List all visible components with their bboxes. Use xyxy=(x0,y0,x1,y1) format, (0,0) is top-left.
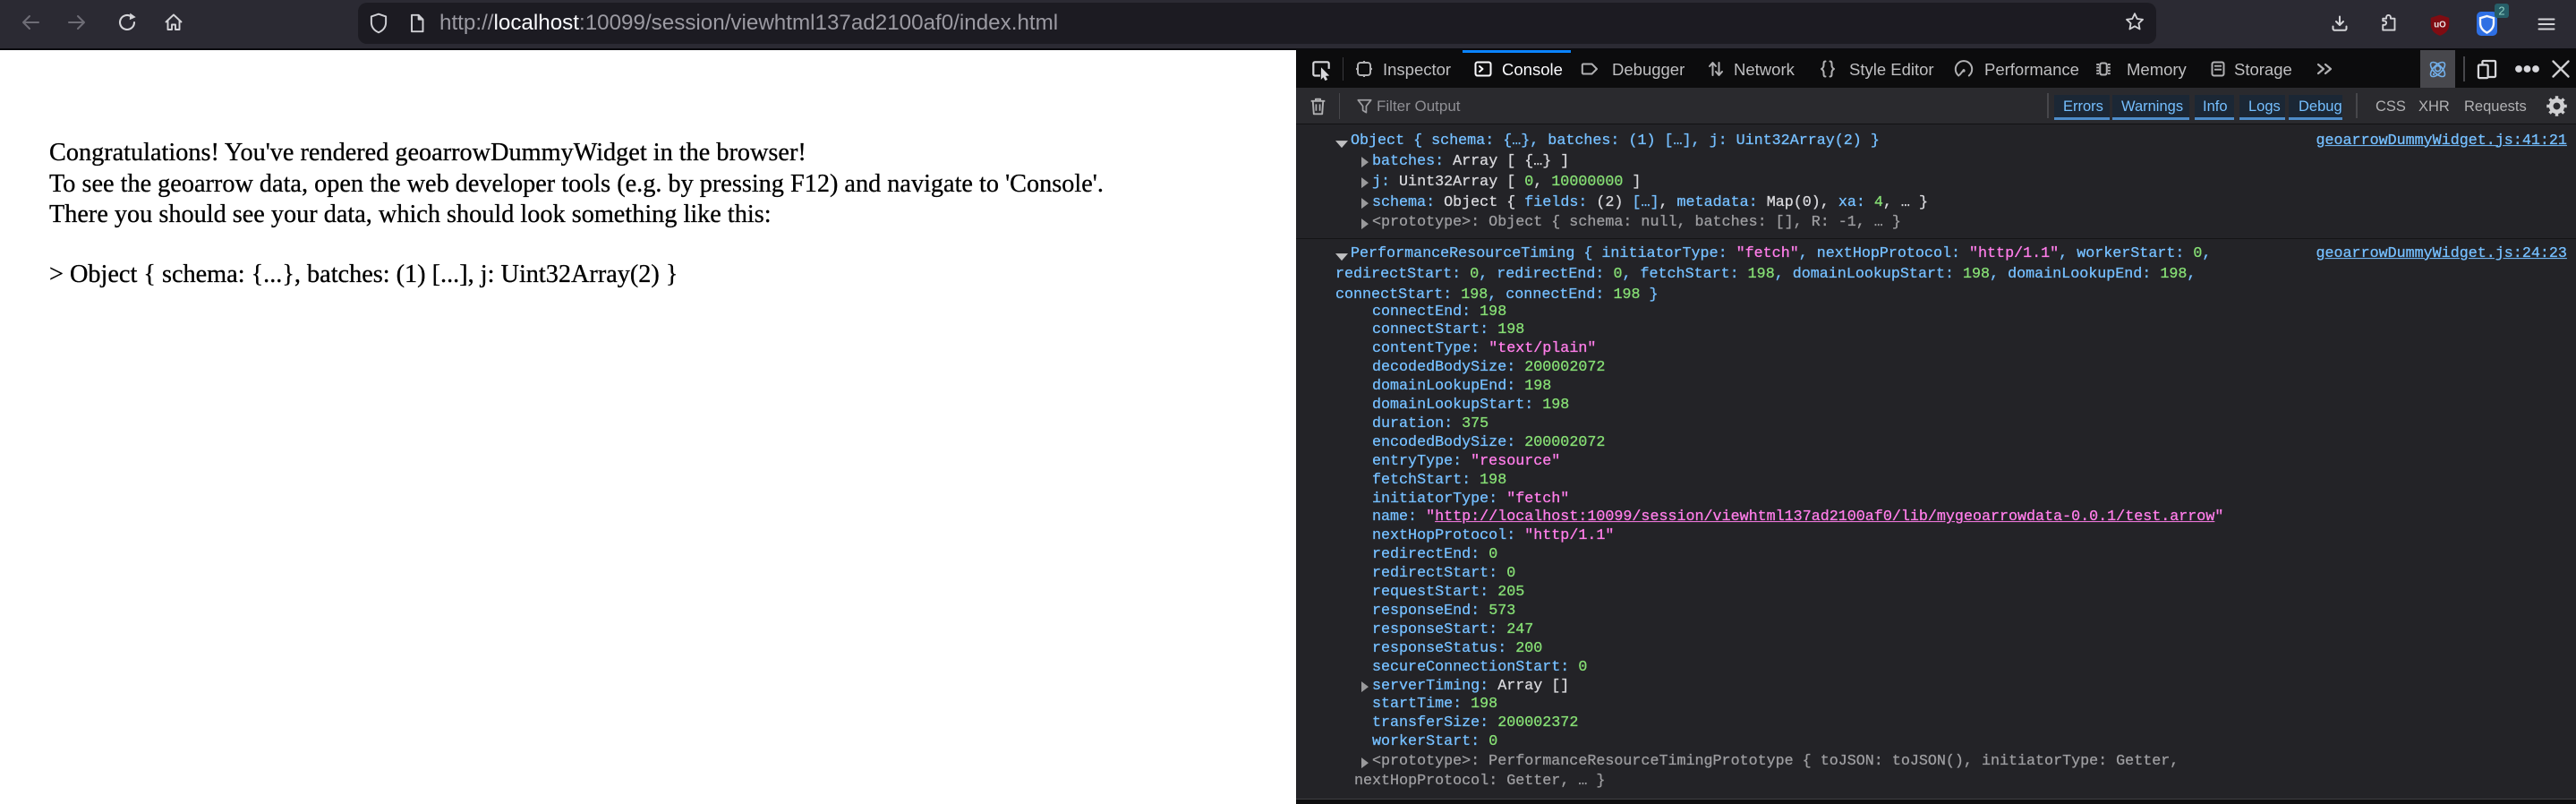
svg-text:uO: uO xyxy=(2434,21,2446,30)
svg-text:2: 2 xyxy=(2498,4,2504,18)
